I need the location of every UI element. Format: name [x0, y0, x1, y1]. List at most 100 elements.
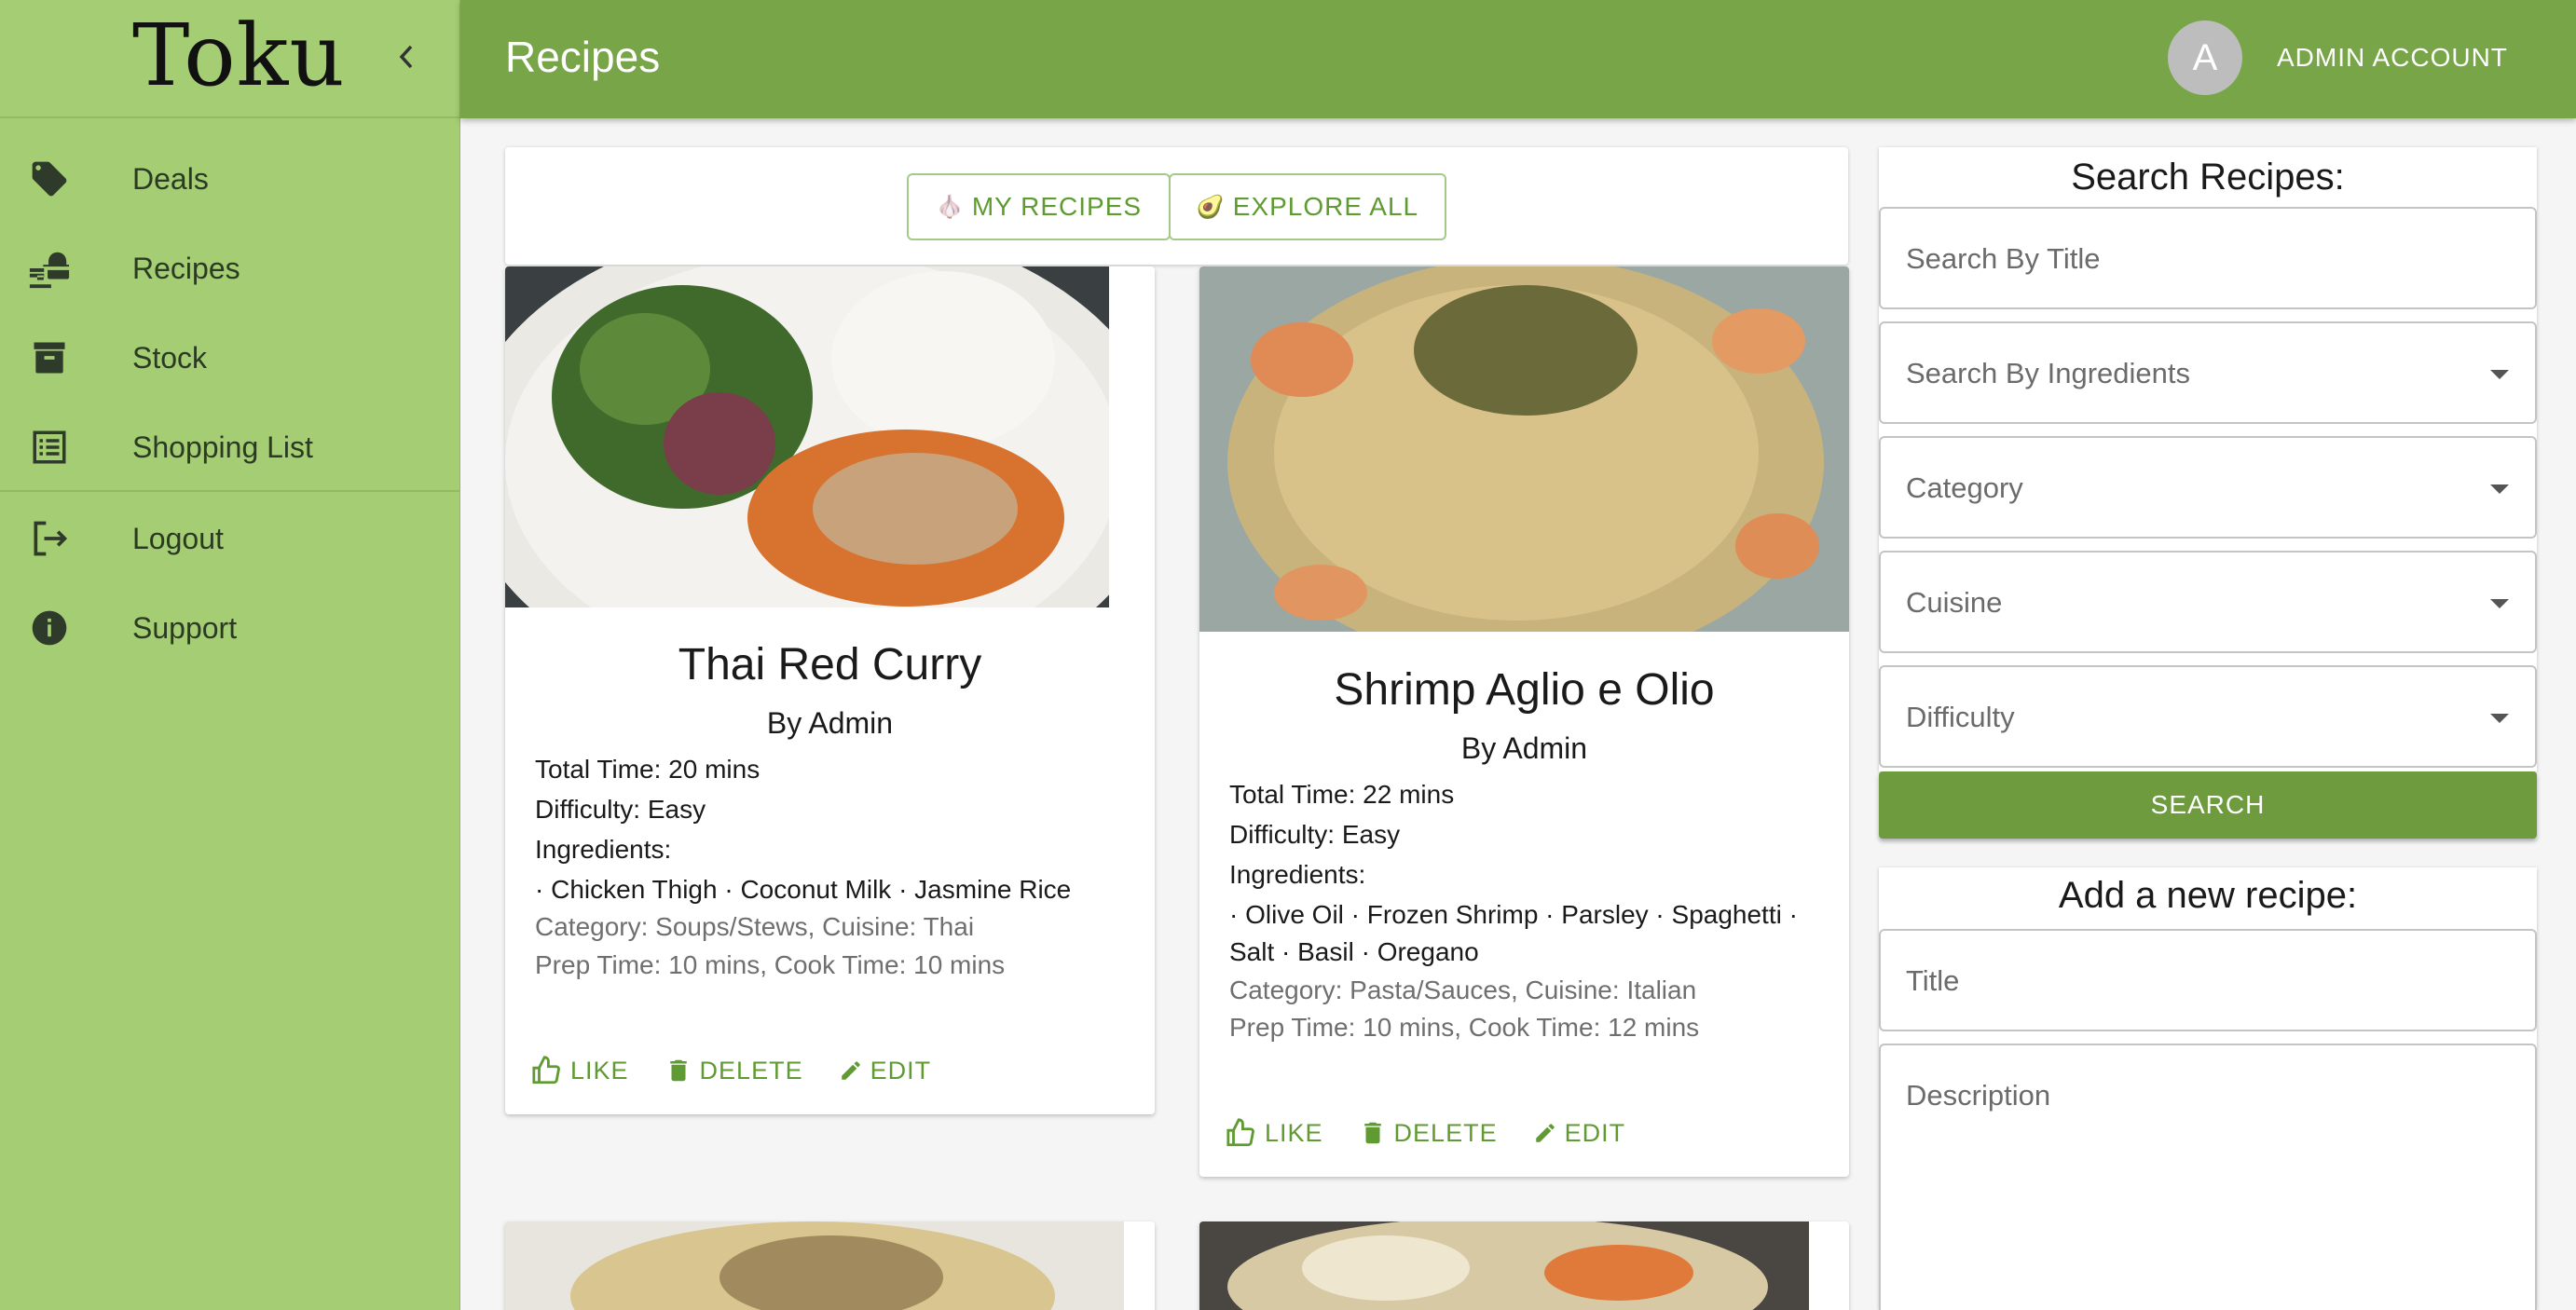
category-select[interactable]: Category — [1879, 436, 2537, 539]
recipe-title: Shrimp Aglio e Olio — [1334, 665, 1715, 715]
sidebar-item-support[interactable]: Support — [0, 586, 460, 670]
thumb-up-icon — [1226, 1118, 1254, 1147]
dropdown-arrow-icon — [2490, 714, 2509, 723]
recipe-title-input[interactable]: Title — [1879, 929, 2537, 1031]
difficulty-select[interactable]: Difficulty — [1879, 665, 2537, 768]
sidebar-item-label: Recipes — [132, 251, 240, 285]
sidebar-item-logout[interactable]: Logout — [0, 497, 460, 580]
add-recipe-panel: Add a new recipe: Title Description — [1879, 867, 2537, 1310]
list-icon — [28, 426, 71, 469]
tag-icon — [28, 157, 71, 200]
recipe-description-input[interactable]: Description — [1879, 1044, 2537, 1310]
dropdown-arrow-icon — [2490, 599, 2509, 608]
edit-button[interactable]: EDIT — [839, 1057, 932, 1085]
garlic-icon: 🧄 — [935, 194, 965, 220]
recipe-difficulty: Difficulty: Easy — [1229, 820, 1401, 849]
recipe-card — [1199, 1221, 1849, 1310]
info-icon — [28, 607, 71, 649]
search-panel: Search Recipes: Search By Title Search B… — [1879, 147, 2537, 771]
recipe-category: Category: Pasta/Sauces, Cuisine: Italian — [1229, 976, 1697, 1004]
search-ingredients-placeholder: Search By Ingredients — [1906, 357, 2191, 389]
recipe-prep-time: Prep Time: 10 mins, Cook Time: 10 mins — [535, 950, 1006, 979]
edit-label: EDIT — [870, 1056, 932, 1085]
like-button[interactable]: LIKE — [1226, 1117, 1323, 1149]
sidebar-item-deals[interactable]: Deals — [0, 137, 460, 221]
like-label: LIKE — [570, 1056, 629, 1085]
recipe-image — [1199, 266, 1849, 632]
recipe-title-placeholder: Title — [1906, 964, 1960, 997]
recipe-description-placeholder: Description — [1906, 1079, 2051, 1112]
recipe-author: By Admin — [766, 706, 894, 740]
logout-icon — [28, 517, 71, 560]
page-title: Recipes — [505, 33, 661, 81]
recipe-difficulty: Difficulty: Easy — [535, 795, 706, 824]
sidebar-divider — [0, 490, 460, 492]
recipe-view-tabs: 🧄 MY RECIPES 🥑 EXPLORE ALL — [505, 147, 1848, 265]
sidebar-item-label: Deals — [132, 161, 209, 196]
tab-label: MY RECIPES — [971, 192, 1143, 221]
sidebar-item-label: Logout — [132, 521, 224, 555]
cuisine-placeholder: Cuisine — [1906, 586, 2003, 619]
difficulty-placeholder: Difficulty — [1906, 701, 2015, 733]
recipe-image — [505, 1221, 1124, 1310]
recipe-total-time: Total Time: 22 mins — [1229, 780, 1455, 809]
recipe-ingredients-label: Ingredients: — [1229, 860, 1366, 889]
search-ingredients-select[interactable]: Search By Ingredients — [1879, 321, 2537, 424]
recipe-image — [1199, 1221, 1809, 1310]
recipe-actions: LIKE DELETE EDIT — [531, 1055, 966, 1086]
account-menu-button[interactable]: ADMIN ACCOUNT — [2277, 43, 2508, 73]
sidebar-item-label: Support — [132, 610, 238, 645]
recipe-actions: LIKE DELETE EDIT — [1226, 1117, 1661, 1149]
sidebar-item-stock[interactable]: Stock — [0, 316, 460, 400]
recipe-author: By Admin — [1460, 731, 1588, 765]
search-title-placeholder: Search By Title — [1906, 242, 2101, 275]
thumb-up-icon — [532, 1056, 560, 1085]
tab-label: EXPLORE ALL — [1232, 192, 1419, 221]
delete-button[interactable]: DELETE — [1359, 1117, 1498, 1149]
dropdown-arrow-icon — [2490, 370, 2509, 379]
dropdown-arrow-icon — [2490, 484, 2509, 494]
recipe-ingredients-label: Ingredients: — [535, 835, 672, 864]
like-label: LIKE — [1265, 1118, 1323, 1147]
archive-box-icon — [28, 336, 71, 379]
category-placeholder: Category — [1906, 471, 2023, 504]
recipe-total-time: Total Time: 20 mins — [535, 755, 760, 784]
avocado-icon: 🥑 — [1196, 194, 1226, 220]
app-bar: Recipes A ADMIN ACCOUNT — [460, 0, 2576, 118]
recipe-ingredients: · Olive Oil · Frozen Shrimp · Parsley · … — [1229, 900, 1798, 929]
recipe-card: Thai Red Curry By Admin Total Time: 20 m… — [505, 266, 1155, 1114]
like-button[interactable]: LIKE — [531, 1055, 629, 1086]
tab-explore-all[interactable]: 🥑 EXPLORE ALL — [1169, 173, 1446, 240]
recipe-title: Thai Red Curry — [678, 640, 982, 689]
sidebar-item-label: Shopping List — [132, 430, 313, 464]
cuisine-select[interactable]: Cuisine — [1879, 551, 2537, 653]
edit-button[interactable]: EDIT — [1533, 1119, 1626, 1148]
tab-my-recipes[interactable]: 🧄 MY RECIPES — [907, 173, 1171, 240]
sidebar-item-recipes[interactable]: Recipes — [0, 226, 460, 310]
recipe-image — [505, 266, 1109, 607]
recipe-card — [505, 1221, 1155, 1310]
recipe-ingredients-cont: Salt · Basil · Oregano — [1229, 937, 1479, 966]
recipe-ingredients: · Chicken Thigh · Coconut Milk · Jasmine… — [535, 875, 1072, 904]
pencil-icon — [1535, 1124, 1555, 1142]
delete-label: DELETE — [699, 1056, 803, 1085]
delete-button[interactable]: DELETE — [665, 1055, 803, 1086]
pencil-icon — [841, 1061, 860, 1080]
app-logo: Toku — [132, 6, 346, 105]
search-heading: Search Recipes: — [2071, 157, 2345, 198]
recipe-prep-time: Prep Time: 10 mins, Cook Time: 12 mins — [1229, 1013, 1700, 1042]
collapse-sidebar-button[interactable] — [388, 35, 425, 78]
avatar[interactable]: A — [2168, 20, 2242, 95]
add-recipe-heading: Add a new recipe: — [2058, 875, 2358, 916]
recipe-category: Category: Soups/Stews, Cuisine: Thai — [535, 912, 975, 941]
recipe-card: Shrimp Aglio e Olio By Admin Total Time:… — [1199, 266, 1849, 1177]
sidebar-item-shopping-list[interactable]: Shopping List — [0, 405, 460, 489]
logo-row: Toku — [0, 0, 459, 118]
search-title-input[interactable]: Search By Title — [1879, 207, 2537, 309]
chevron-left-icon — [399, 45, 413, 69]
trash-icon — [669, 1059, 687, 1082]
trash-icon — [1363, 1122, 1381, 1144]
delete-label: DELETE — [1393, 1118, 1498, 1147]
edit-label: EDIT — [1564, 1118, 1626, 1147]
search-button[interactable]: SEARCH — [1879, 771, 2537, 839]
